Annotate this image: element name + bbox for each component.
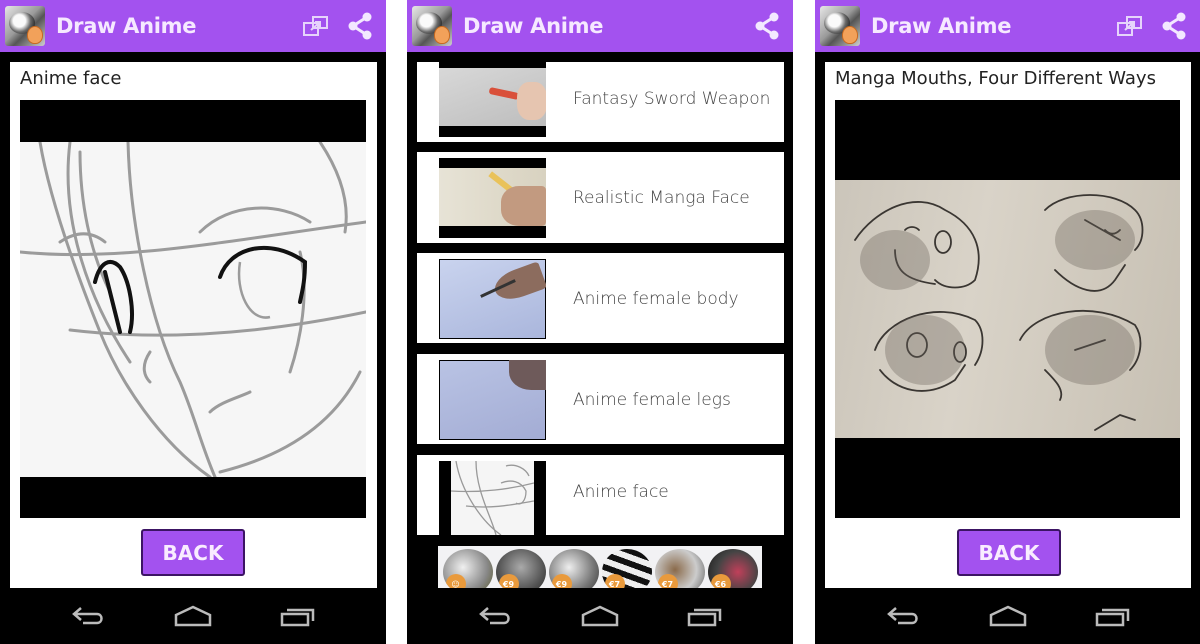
app-bar: Draw Anime [407,0,793,52]
thumbnail-sword [439,62,546,137]
back-icon[interactable] [475,604,515,628]
home-icon[interactable] [173,604,213,628]
back-icon[interactable] [68,604,108,628]
phone-screen-tutorial-list: Draw Anime Fantasy Sword Weapon Realisti… [407,0,793,644]
back-button[interactable]: BACK [957,529,1061,576]
recent-apps-icon[interactable] [1093,604,1133,628]
app-logo-icon [412,6,452,46]
open-external-icon[interactable] [302,12,330,40]
video-player[interactable] [835,100,1180,518]
system-navigation-bar [815,588,1200,644]
tutorial-title: Anime face [20,68,122,89]
video-thumbnail-anime-face [20,140,366,479]
thumbnail-female-legs [439,360,546,440]
thumbnail-female-body [439,259,546,339]
recent-apps-icon[interactable] [685,604,725,628]
home-icon[interactable] [988,604,1028,628]
share-icon[interactable] [753,12,781,40]
app-title: Draw Anime [871,14,1012,38]
back-button[interactable]: BACK [141,529,245,576]
thumbnail-anime-face [439,461,546,535]
app-bar: Draw Anime [815,0,1200,52]
system-navigation-bar [407,588,793,644]
four-manga-heads-sketch [854,194,1144,431]
tutorial-detail-card: Anime face BACK [10,62,377,588]
list-item-label: Anime female body [573,289,739,309]
app-title: Draw Anime [56,14,197,38]
recent-apps-icon[interactable] [278,604,318,628]
tutorial-detail-card: Manga Mouths, Four Different Ways BACK [825,62,1191,588]
list-item[interactable]: Fantasy Sword Weapon [417,62,784,142]
phone-screen-detail-anime-face: Draw Anime Anime face BACK [0,0,386,644]
list-item[interactable]: Anime female body [417,253,784,343]
list-item-label: Anime female legs [573,390,731,410]
phone-screen-detail-manga-mouths: Draw Anime Manga Mouths, Four Different … [815,0,1200,644]
system-navigation-bar [0,588,386,644]
video-thumbnail-manga-mouths [835,180,1180,438]
thumbnail-manga-face [439,158,546,238]
list-item-label: Anime face [573,482,669,502]
back-icon[interactable] [883,604,923,628]
share-icon[interactable] [1160,12,1188,40]
app-title: Draw Anime [463,14,604,38]
list-item-label: Realistic Manga Face [573,188,750,208]
video-player[interactable] [20,100,366,518]
app-logo-icon [5,6,45,46]
share-icon[interactable] [346,12,374,40]
list-item[interactable]: Anime face [417,455,784,535]
app-logo-icon [820,6,860,46]
open-external-icon[interactable] [1116,12,1144,40]
home-icon[interactable] [580,604,620,628]
tutorial-title: Manga Mouths, Four Different Ways [835,68,1156,89]
list-item-label: Fantasy Sword Weapon [573,89,771,109]
app-bar: Draw Anime [0,0,386,52]
list-item[interactable]: Anime female legs [417,354,784,444]
list-item[interactable]: Realistic Manga Face [417,152,784,243]
anime-face-sketch [20,140,366,479]
